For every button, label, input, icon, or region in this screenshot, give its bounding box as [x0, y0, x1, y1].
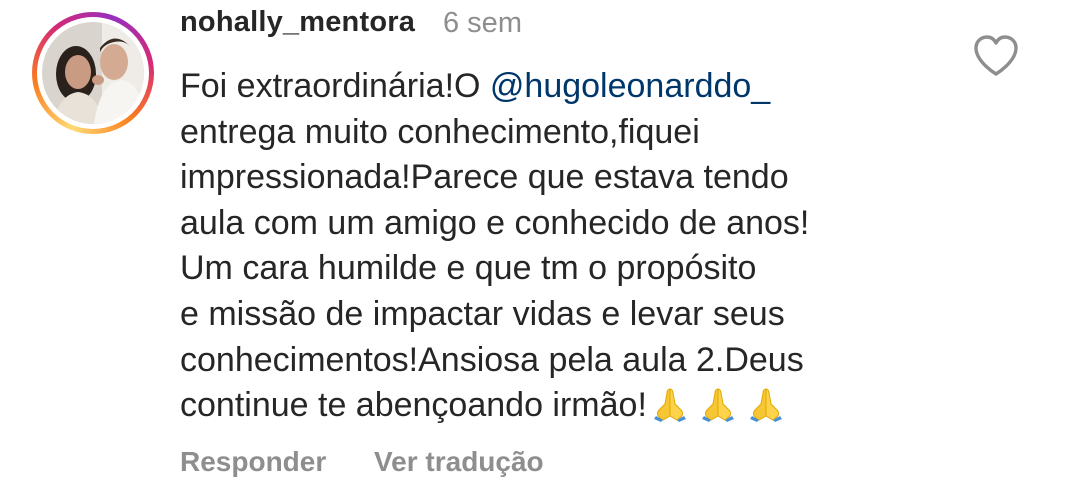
comment-line: Foi extraordinária!O @hugoleonarddo_: [180, 64, 940, 110]
comment-text-start: Foi extraordinária!O: [180, 67, 490, 105]
comment-line: e missão de impactar vidas e levar seus: [180, 294, 785, 333]
folded-hands-icon: [701, 388, 734, 423]
comment-timestamp: 6 sem: [443, 7, 522, 39]
heart-outline-icon: [974, 35, 1018, 76]
comment-last-line: continue te abençoando irmão!: [180, 386, 647, 425]
comment-actions: Responder Ver tradução: [180, 446, 544, 478]
folded-hands-icon: [749, 388, 782, 423]
comment-line: aula com um amigo e conhecido de anos!: [180, 203, 810, 242]
comment-line: impressionada!Parece que estava tendo: [180, 158, 789, 197]
avatar[interactable]: [32, 12, 154, 134]
reply-button[interactable]: Responder: [180, 446, 326, 477]
comment-line: entrega muito conhecimento,fiquei: [180, 112, 700, 151]
mention-link[interactable]: @hugoleonarddo_: [490, 67, 770, 105]
comment-line: conhecimentos!Ansiosa pela aula 2.Deus: [180, 340, 804, 379]
emoji-group: [651, 386, 785, 423]
comment-line: continue te abençoando irmão!: [180, 383, 940, 429]
folded-hands-icon: [653, 388, 686, 423]
avatar-ring-gap: [37, 17, 149, 129]
avatar-photo: [42, 22, 144, 124]
like-button[interactable]: [972, 34, 1020, 78]
comment-line: Um cara humilde e que tm o propósito: [180, 249, 757, 288]
translate-button[interactable]: Ver tradução: [374, 446, 544, 477]
comment-username[interactable]: nohally_mentora: [180, 6, 415, 39]
comment-text: Foi extraordinária!O @hugoleonarddo_ ent…: [180, 64, 940, 429]
